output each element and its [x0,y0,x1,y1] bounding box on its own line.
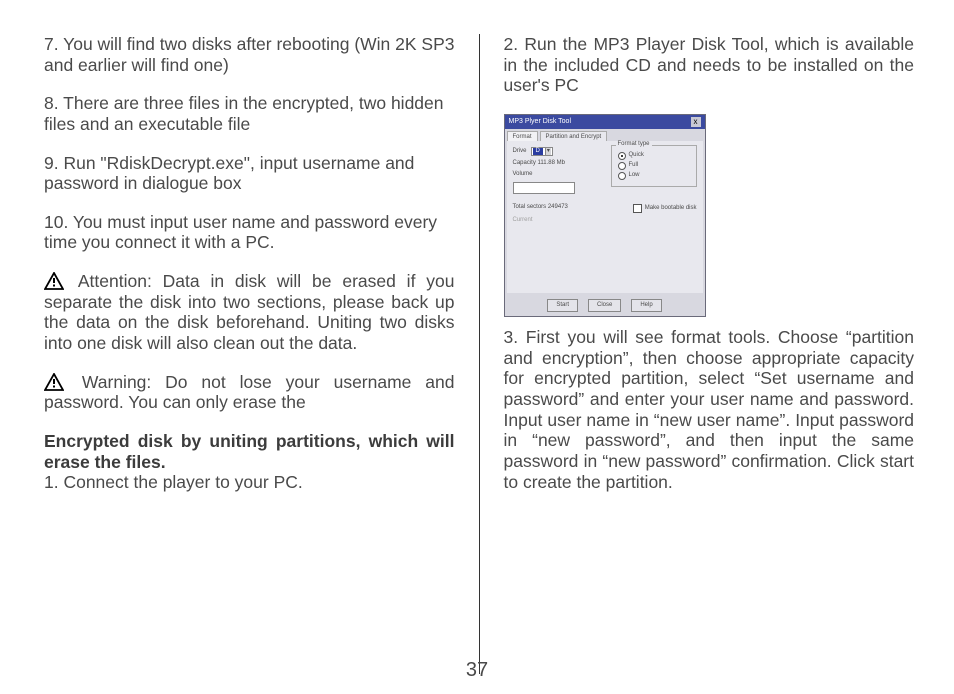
chevron-down-icon: ▾ [545,148,551,155]
tab-format[interactable]: Format [507,131,538,141]
volume-input[interactable] [513,182,575,194]
warning-triangle-icon [44,272,64,290]
dialog-buttons: Start Close Help [505,295,705,316]
bootable-checkbox[interactable]: Make bootable disk [633,204,697,213]
format-type-group: Format type Quick Full Low [611,145,697,187]
volume-label: Volume [513,171,611,178]
step-3: 3. First you will see format tools. Choo… [504,327,915,492]
step-2: 2. Run the MP3 Player Disk Tool, which i… [504,34,915,96]
dialog-tabs: Format Partition and Encrypt [505,129,705,141]
document-page: 7. You will find two disks after rebooti… [0,0,954,694]
attention-text: Attention: Data in disk will be erased i… [44,271,455,353]
radio-quick[interactable]: Quick [618,152,690,160]
step-1: 1. Connect the player to your PC. [44,472,455,493]
dialog-body: Drive D ▾ Capacity 111.88 Mb Volume For [507,141,703,293]
drive-value: D [533,148,543,155]
dialog-titlebar: MP3 Plyer Disk Tool x [505,115,705,129]
step-8: 8. There are three files in the encrypte… [44,93,455,134]
drive-label: Drive [513,148,527,155]
bold-heading: Encrypted disk by uniting partitions, wh… [44,431,455,472]
warning-text: Warning: Do not lose your username and p… [44,372,455,413]
help-button[interactable]: Help [631,299,661,312]
dialog-title: MP3 Plyer Disk Tool [509,118,572,126]
disk-tool-dialog: MP3 Plyer Disk Tool x Format Partition a… [504,114,706,317]
step-10: 10. You must input user name and passwor… [44,212,455,253]
page-number: 37 [0,659,954,682]
start-button[interactable]: Start [547,299,578,312]
drive-dropdown[interactable]: D ▾ [531,147,553,156]
warning-paragraph: Warning: Do not lose your username and p… [44,372,455,413]
tab-partition-encrypt[interactable]: Partition and Encrypt [540,131,608,141]
warning-triangle-icon [44,373,64,391]
attention-paragraph: Attention: Data in disk will be erased i… [44,271,455,354]
format-type-title: Format type [616,141,652,148]
right-column: 2. Run the MP3 Player Disk Tool, which i… [480,34,915,674]
step-7: 7. You will find two disks after rebooti… [44,34,455,75]
radio-full[interactable]: Full [618,162,690,170]
current-label: Current [513,217,697,224]
close-icon[interactable]: x [691,117,701,127]
capacity-text: Capacity 111.88 Mb [513,160,611,167]
step-9: 9. Run "RdiskDecrypt.exe", input usernam… [44,153,455,194]
close-button[interactable]: Close [588,299,621,312]
checkbox-icon [633,204,642,213]
radio-low[interactable]: Low [618,172,690,180]
total-sectors: Total sectors 249473 [513,204,568,211]
left-column: 7. You will find two disks after rebooti… [44,34,480,674]
